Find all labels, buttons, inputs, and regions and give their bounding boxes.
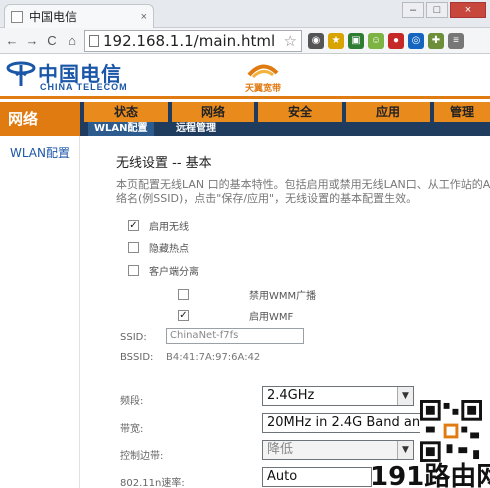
window-controls: – □ × xyxy=(402,2,486,18)
bssid-label: BSSID: xyxy=(120,352,154,363)
star-icon[interactable]: ★ xyxy=(328,32,344,49)
browser-tab[interactable]: 中国电信 × xyxy=(4,4,154,28)
bandwidth-label: 带宽: xyxy=(120,424,144,435)
sidebar-section-title: 网络 xyxy=(0,102,80,136)
bandwidth-select[interactable]: 20MHz in 2.4G Band and 40 xyxy=(262,413,422,433)
client-isolation-checkbox[interactable] xyxy=(128,265,139,276)
band-label: 频段: xyxy=(120,396,144,407)
tab-close-icon[interactable]: × xyxy=(141,11,147,23)
lock-icon[interactable]: ▣ xyxy=(348,32,364,49)
sidebar-item-wlan[interactable]: WLAN配置 xyxy=(0,144,80,161)
ssid-label: SSID: xyxy=(120,332,147,343)
rate-label: 802.11n速率: xyxy=(120,478,185,488)
router-header: 中国电信 CHINA TELECOM 天翼宽带 xyxy=(0,55,490,99)
extension-icons: ◉ ★ ▣ ☺ ● ◎ ✚ ≡ xyxy=(308,32,464,49)
browser-toolbar: ← → C ⌂ 192.168.1.1/main.html ☆ ◉ ★ ▣ ☺ … xyxy=(0,28,490,54)
url-text[interactable]: 192.168.1.1/main.html xyxy=(103,32,280,50)
band-select[interactable]: 2.4GHz ▼ xyxy=(262,386,414,406)
minimize-button[interactable]: – xyxy=(402,2,424,18)
china-telecom-logo-icon xyxy=(6,61,36,86)
sideband-label: 控制边带: xyxy=(120,451,164,462)
ssid-input[interactable]: ChinaNet-f7fs xyxy=(166,328,304,344)
rate-select[interactable]: Auto xyxy=(262,467,372,487)
disable-wmm-checkbox[interactable] xyxy=(178,289,189,300)
description-line-2: 络名(例SSID)，点击"保存/应用"，无线设置的基本配置生效。 xyxy=(116,192,418,205)
wrench-icon[interactable]: ≡ xyxy=(448,32,464,49)
description-line-1: 本页配置无线LAN 口的基本特性。包括启用或禁用无线LAN口、从工作站的AP扫 xyxy=(116,178,490,191)
chevron-down-icon: ▼ xyxy=(397,387,413,405)
camera-icon[interactable]: ◉ xyxy=(308,32,324,49)
tab-application[interactable]: 应用 xyxy=(346,102,430,122)
back-button[interactable]: ← xyxy=(4,32,20,50)
address-bar[interactable]: 192.168.1.1/main.html ☆ xyxy=(84,29,302,52)
tianyi-label: 天翼宽带 xyxy=(245,83,282,93)
rate-value: Auto xyxy=(267,469,298,484)
hide-ssid-row: 隐藏热点 xyxy=(128,240,189,255)
globe-icon[interactable]: ◎ xyxy=(408,32,424,49)
stop-icon[interactable]: ● xyxy=(388,32,404,49)
band-value: 2.4GHz xyxy=(267,388,315,403)
bssid-value: B4:41:7A:97:6A:42 xyxy=(166,352,261,363)
sideband-value: 降低 xyxy=(267,442,294,457)
sidebar: 网络 WLAN配置 xyxy=(0,102,80,488)
tab-security[interactable]: 安全 xyxy=(258,102,342,122)
maximize-button[interactable]: □ xyxy=(426,2,448,18)
enable-wmf-label: 启用WMF xyxy=(249,312,294,323)
forward-button[interactable]: → xyxy=(24,32,40,50)
hide-ssid-label: 隐藏热点 xyxy=(149,244,189,255)
tab-title: 中国电信 xyxy=(29,10,78,24)
client-isolation-label: 客户端分离 xyxy=(149,267,199,278)
browser-tab-bar: 中国电信 × – □ × xyxy=(0,0,490,28)
subtab-remote-management[interactable]: 远程管理 xyxy=(176,122,216,136)
face-icon[interactable]: ☺ xyxy=(368,32,384,49)
disable-wmm-label: 禁用WMM广播 xyxy=(249,291,317,302)
reload-button[interactable]: C xyxy=(44,32,60,50)
enable-wireless-label: 启用无线 xyxy=(149,222,189,233)
sub-nav: WLAN配置 远程管理 xyxy=(80,122,490,136)
close-window-button[interactable]: × xyxy=(450,2,486,18)
puzzle-icon[interactable]: ✚ xyxy=(428,32,444,49)
enable-wireless-row: ✓ 启用无线 xyxy=(128,218,189,233)
page-description: 本页配置无线LAN 口的基本特性。包括启用或禁用无线LAN口、从工作站的AP扫 … xyxy=(116,178,490,206)
enable-wmf-checkbox[interactable]: ✓ xyxy=(178,310,189,321)
qr-code-icon xyxy=(420,400,482,462)
bookmark-star-icon[interactable]: ☆ xyxy=(284,32,297,50)
site-watermark: 191路由网 xyxy=(370,462,490,488)
disable-wmm-row: 禁用WMM广播 xyxy=(178,287,316,302)
bandwidth-value: 20MHz in 2.4G Band and 40 xyxy=(267,415,421,430)
tab-status[interactable]: 状态 xyxy=(84,102,168,122)
page-title: 无线设置 -- 基本 xyxy=(116,156,212,171)
enable-wmf-row: ✓ 启用WMF xyxy=(178,308,293,323)
brand-name-en: CHINA TELECOM xyxy=(40,82,128,92)
page-favicon-icon xyxy=(11,10,23,23)
tab-management[interactable]: 管理 xyxy=(434,102,490,122)
tab-network[interactable]: 网络 xyxy=(172,102,254,122)
home-button[interactable]: ⌂ xyxy=(64,32,80,50)
client-isolation-row: 客户端分离 xyxy=(128,263,199,278)
main-nav: 状态 网络 安全 应用 管理 xyxy=(80,102,490,122)
hide-ssid-checkbox[interactable] xyxy=(128,242,139,253)
subtab-wlan[interactable]: WLAN配置 xyxy=(88,122,154,136)
enable-wireless-checkbox[interactable]: ✓ xyxy=(128,220,139,231)
page-icon xyxy=(89,34,99,47)
